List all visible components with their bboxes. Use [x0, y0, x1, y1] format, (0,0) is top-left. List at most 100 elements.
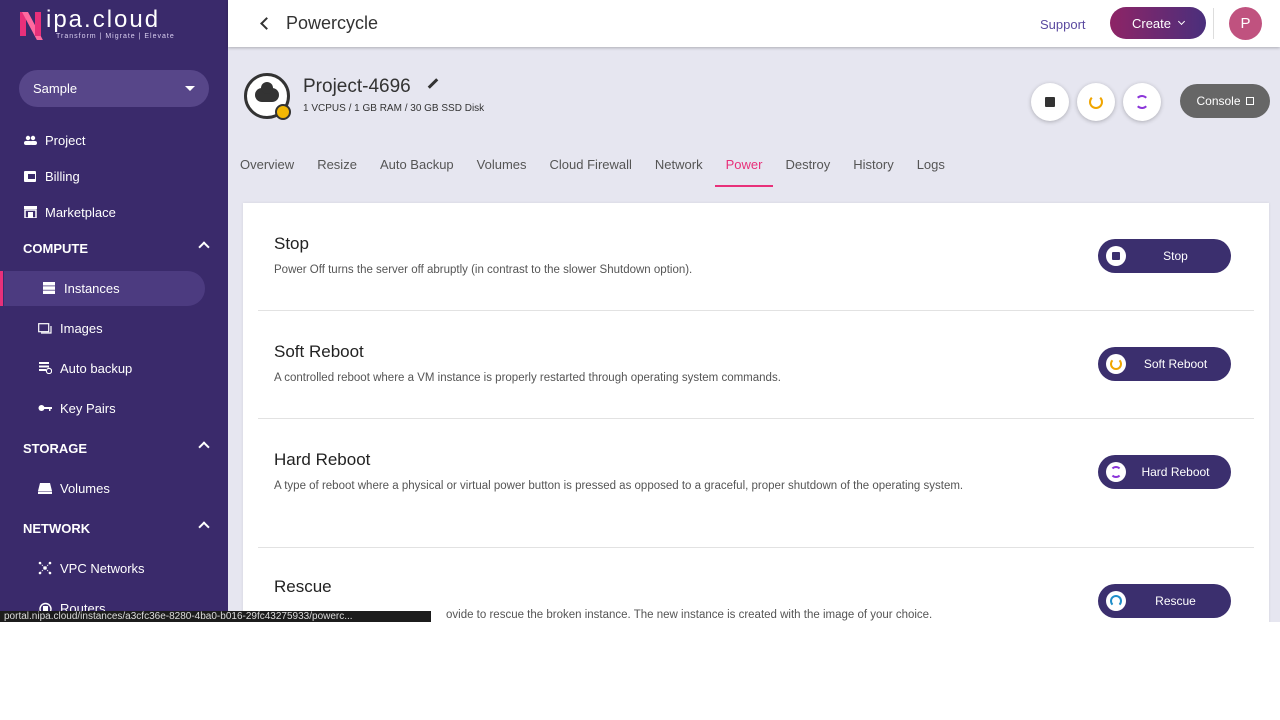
sidebar-item-project[interactable]: Project: [0, 124, 228, 156]
tab-history[interactable]: History: [853, 155, 893, 187]
image-icon: [38, 321, 52, 335]
sidebar-item-label: Billing: [45, 168, 80, 184]
brand-tagline: Transform | Migrate | Elevate: [56, 33, 175, 40]
create-button[interactable]: Create: [1110, 7, 1206, 39]
row-title: Stop: [274, 234, 309, 253]
section-storage[interactable]: STORAGE: [0, 432, 228, 464]
console-button[interactable]: Console: [1180, 84, 1270, 118]
soft-reboot-round-button[interactable]: [1077, 83, 1115, 121]
status-bar-url: portal.nipa.cloud/instances/a3cfc36e-828…: [0, 611, 431, 622]
section-label: NETWORK: [23, 520, 91, 536]
tab-logs[interactable]: Logs: [917, 155, 945, 187]
row-desc: ovide to rescue the broken instance. The…: [446, 609, 933, 621]
external-link-icon: [1245, 97, 1254, 105]
sidebar-item-label: Project: [45, 132, 86, 148]
sidebar-item-auto-backup[interactable]: Auto backup: [0, 352, 228, 384]
power-row-hard-reboot: Hard Reboot A type of reboot where a phy…: [258, 419, 1254, 548]
stop-icon: [1106, 246, 1126, 266]
chevron-up-icon: [198, 521, 210, 533]
tab-overview[interactable]: Overview: [240, 155, 294, 187]
row-desc: Power Off turns the server off abruptly …: [274, 264, 693, 276]
sidebar-item-instances[interactable]: Instances: [0, 272, 228, 304]
section-compute[interactable]: COMPUTE: [0, 232, 228, 264]
instance-spec: 1 VCPUS / 1 GB RAM / 30 GB SSD Disk: [303, 103, 485, 114]
chevron-up-icon: [198, 441, 210, 453]
divider: [1213, 8, 1214, 39]
sidebar-item-label: Key Pairs: [60, 400, 116, 416]
sidebar-item-marketplace[interactable]: Marketplace: [0, 196, 228, 228]
tab-destroy[interactable]: Destroy: [785, 155, 830, 187]
hard-reboot-icon: [1106, 462, 1126, 482]
tab-network[interactable]: Network: [655, 155, 703, 187]
rescue-icon: [1106, 591, 1126, 611]
page-title: Powercycle: [286, 13, 379, 33]
power-row-stop: Stop Power Off turns the server off abru…: [258, 203, 1254, 311]
section-label: STORAGE: [23, 440, 88, 456]
create-button-label: Create: [1131, 15, 1172, 31]
avatar[interactable]: P: [1229, 7, 1262, 40]
row-desc: A type of reboot where a physical or vir…: [274, 480, 964, 492]
server-icon: [42, 281, 56, 295]
stop-round-button[interactable]: [1031, 83, 1069, 121]
sidebar-item-label: Volumes: [60, 480, 110, 496]
app-root: ipa.cloud Transform | Migrate | Elevate …: [0, 0, 1280, 622]
power-panel: Stop Power Off turns the server off abru…: [243, 203, 1269, 622]
section-label: COMPUTE: [23, 240, 88, 256]
store-icon: [23, 205, 37, 219]
backup-icon: [38, 361, 52, 375]
row-title: Soft Reboot: [274, 342, 364, 361]
hard-reboot-icon: [1135, 95, 1149, 109]
soft-reboot-icon: [1106, 354, 1126, 374]
key-icon: [38, 401, 52, 415]
project-select[interactable]: Sample: [19, 70, 209, 107]
brand-name: ipa.cloud: [46, 6, 161, 33]
tab-cloud-firewall[interactable]: Cloud Firewall: [550, 155, 632, 187]
row-title: Hard Reboot: [274, 450, 371, 469]
back-chevron-icon[interactable]: [260, 17, 273, 30]
sidebar-item-billing[interactable]: Billing: [0, 160, 228, 192]
sidebar-item-label: VPC Networks: [60, 560, 145, 576]
hard-reboot-button[interactable]: Hard Reboot: [1098, 455, 1231, 489]
sidebar-item-label: Images: [60, 320, 103, 336]
sidebar-item-vpc-networks[interactable]: VPC Networks: [0, 552, 228, 584]
sidebar-item-label: Auto backup: [60, 360, 133, 376]
tab-auto-backup[interactable]: Auto Backup: [380, 155, 454, 187]
tab-volumes[interactable]: Volumes: [477, 155, 527, 187]
group-icon: [23, 133, 37, 147]
sidebar-item-label: Instances: [64, 280, 120, 296]
hard-reboot-round-button[interactable]: [1123, 83, 1161, 121]
billing-icon: [23, 169, 37, 183]
support-link[interactable]: Support: [1040, 17, 1086, 32]
row-desc: A controlled reboot where a VM instance …: [274, 372, 781, 384]
top-bar: Powercycle Support Create P: [228, 0, 1280, 47]
sidebar: ipa.cloud Transform | Migrate | Elevate …: [0, 0, 228, 622]
tab-resize[interactable]: Resize: [317, 155, 357, 187]
instance-header: Project-4696 1 VCPUS / 1 GB RAM / 30 GB …: [228, 47, 1280, 187]
brand[interactable]: ipa.cloud Transform | Migrate | Elevate: [0, 0, 228, 48]
chevron-up-icon: [198, 241, 210, 253]
row-title: Rescue: [274, 577, 332, 596]
section-network[interactable]: NETWORK: [0, 512, 228, 544]
soft-reboot-button[interactable]: Soft Reboot: [1098, 347, 1231, 381]
status-dot: [275, 104, 291, 120]
drive-icon: [38, 481, 52, 495]
instance-tabs: Overview Resize Auto Backup Volumes Clou…: [240, 155, 968, 187]
chevron-down-icon: [1177, 17, 1186, 25]
stop-button[interactable]: Stop: [1098, 239, 1231, 273]
sidebar-item-key-pairs[interactable]: Key Pairs: [0, 392, 228, 424]
project-select-value: Sample: [33, 81, 78, 96]
edit-pencil-icon[interactable]: [427, 78, 439, 89]
network-icon: [38, 561, 52, 575]
rescue-button[interactable]: Rescue: [1098, 584, 1231, 618]
power-row-soft-reboot: Soft Reboot A controlled reboot where a …: [258, 311, 1254, 419]
sidebar-item-images[interactable]: Images: [0, 312, 228, 344]
instance-name: Project-4696: [303, 76, 411, 97]
sidebar-item-label: Marketplace: [45, 204, 116, 220]
nipa-logo-icon: [20, 12, 43, 40]
console-button-label: Console: [1196, 94, 1241, 108]
cloud-instance-icon: [244, 73, 291, 120]
caret-down-icon: [185, 86, 195, 91]
sidebar-item-volumes[interactable]: Volumes: [0, 472, 228, 504]
soft-reboot-icon: [1089, 95, 1103, 109]
tab-power[interactable]: Power: [714, 155, 774, 187]
